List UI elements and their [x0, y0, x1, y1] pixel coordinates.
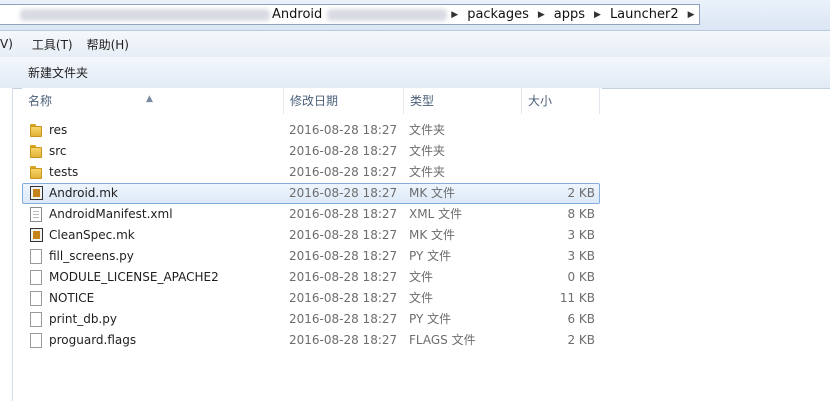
address-bar: Android ▶ packages ▶ apps ▶ Launcher2 ▶: [0, 0, 830, 31]
file-name: src: [49, 144, 67, 158]
blank-file-icon: [29, 312, 45, 328]
file-type: XML 文件: [409, 207, 463, 221]
column-headers: 名称 ▲ 修改日期 类型 大小: [22, 88, 602, 114]
file-type: PY 文件: [409, 249, 452, 263]
chevron-right-icon[interactable]: ▶: [447, 10, 462, 20]
file-type: MK 文件: [409, 186, 456, 200]
redacted-path-segment: [20, 8, 270, 21]
breadcrumb-item-launcher2[interactable]: Launcher2: [605, 7, 684, 22]
file-type: 文件夹: [409, 144, 446, 158]
menu-tools[interactable]: 工具(T): [20, 36, 80, 53]
folder-icon: [29, 144, 45, 160]
chevron-right-icon[interactable]: ▶: [534, 10, 549, 20]
file-row[interactable]: tests 2016-08-28 18:27 文件夹: [22, 162, 600, 183]
breadcrumb-item-android[interactable]: Android: [270, 7, 327, 22]
file-modified-date: 2016-08-28 18:27: [289, 123, 398, 137]
menu-bar: V) 工具(T) 帮助(H): [0, 31, 830, 57]
column-header-name-label: 名称: [28, 94, 53, 108]
file-modified-date: 2016-08-28 18:27: [289, 312, 398, 326]
file-name: AndroidManifest.xml: [49, 207, 173, 221]
file-type: MK 文件: [409, 228, 456, 242]
file-type: 文件夹: [409, 123, 446, 137]
file-type: PY 文件: [409, 312, 452, 326]
file-name: MODULE_LICENSE_APACHE2: [49, 270, 219, 284]
file-name: CleanSpec.mk: [49, 228, 135, 242]
column-header-size[interactable]: 大小: [522, 88, 600, 114]
column-header-date-label: 修改日期: [290, 94, 339, 108]
blank-file-icon: [29, 333, 45, 349]
column-header-date[interactable]: 修改日期: [284, 88, 404, 114]
column-header-type[interactable]: 类型: [404, 88, 522, 114]
chevron-right-icon[interactable]: ▶: [684, 10, 699, 20]
new-folder-button[interactable]: 新建文件夹: [22, 61, 94, 84]
file-size: 11 KB: [559, 291, 595, 305]
blank-file-icon: [29, 249, 45, 265]
navigation-pane[interactable]: [0, 88, 13, 401]
document-icon: [29, 207, 45, 223]
file-row[interactable]: MODULE_LICENSE_APACHE2 2016-08-28 18:27 文件…: [22, 267, 600, 288]
file-row[interactable]: src 2016-08-28 18:27 文件夹: [22, 141, 600, 162]
file-name: Android.mk: [49, 186, 118, 200]
file-type: FLAGS 文件: [409, 333, 476, 347]
blank-file-icon: [29, 291, 45, 307]
file-size: [523, 163, 595, 182]
file-modified-date: 2016-08-28 18:27: [289, 270, 398, 284]
file-size: 3 KB: [567, 249, 595, 263]
blank-file-icon: [29, 270, 45, 286]
file-size: [523, 142, 595, 161]
sort-ascending-icon: ▲: [146, 94, 153, 104]
column-header-size-label: 大小: [528, 94, 553, 108]
file-name: tests: [49, 165, 79, 179]
file-row[interactable]: Android.mk 2016-08-28 18:27 MK 文件 2 KB: [22, 183, 600, 204]
redacted-path-segment: [327, 8, 448, 21]
file-name: res: [49, 123, 68, 137]
file-modified-date: 2016-08-28 18:27: [289, 144, 398, 158]
file-size: 8 KB: [567, 207, 595, 221]
menu-help[interactable]: 帮助(H): [80, 36, 136, 53]
file-size: 3 KB: [567, 228, 595, 242]
chevron-right-icon[interactable]: ▶: [590, 10, 605, 20]
file-row[interactable]: AndroidManifest.xml 2016-08-28 18:27 XML 文…: [22, 204, 600, 225]
file-size: 0 KB: [567, 270, 595, 284]
file-modified-date: 2016-08-28 18:27: [289, 249, 398, 263]
file-row[interactable]: NOTICE 2016-08-28 18:27 文件 11 KB: [22, 288, 600, 309]
breadcrumb-item-apps[interactable]: apps: [549, 7, 590, 22]
file-name: fill_screens.py: [49, 249, 134, 263]
file-type: 文件: [409, 270, 434, 284]
folder-icon: [29, 165, 45, 181]
file-row[interactable]: fill_screens.py 2016-08-28 18:27 PY 文件 3 KB: [22, 246, 600, 267]
file-type: 文件: [409, 291, 434, 305]
file-modified-date: 2016-08-28 18:27: [289, 333, 398, 347]
mk-file-icon: [29, 228, 45, 244]
file-modified-date: 2016-08-28 18:27: [289, 291, 398, 305]
column-header-name[interactable]: 名称 ▲: [22, 88, 284, 114]
folder-icon: [29, 123, 45, 139]
file-name: print_db.py: [49, 312, 117, 326]
file-row[interactable]: CleanSpec.mk 2016-08-28 18:27 MK 文件 3 KB: [22, 225, 600, 246]
file-size: 6 KB: [567, 312, 595, 326]
file-row[interactable]: res 2016-08-28 18:27 文件夹: [22, 120, 600, 141]
breadcrumb-item-packages[interactable]: packages: [462, 7, 534, 22]
file-modified-date: 2016-08-28 18:27: [289, 228, 398, 242]
file-size: [523, 121, 595, 140]
file-list: res 2016-08-28 18:27 文件夹 src 2016-08-28 18:2…: [22, 120, 602, 351]
menu-view[interactable]: V): [0, 37, 20, 51]
file-modified-date: 2016-08-28 18:27: [289, 207, 398, 221]
file-modified-date: 2016-08-28 18:27: [289, 165, 398, 179]
file-name: proguard.flags: [49, 333, 137, 347]
breadcrumb[interactable]: Android ▶ packages ▶ apps ▶ Launcher2 ▶: [0, 4, 700, 25]
file-row[interactable]: print_db.py 2016-08-28 18:27 PY 文件 6 KB: [22, 309, 600, 330]
mk-file-icon: [29, 186, 45, 202]
file-row[interactable]: proguard.flags 2016-08-28 18:27 FLAGS 文件 2 …: [22, 330, 600, 351]
file-modified-date: 2016-08-28 18:27: [289, 186, 398, 200]
column-header-type-label: 类型: [410, 94, 435, 108]
file-name: NOTICE: [49, 291, 95, 305]
command-bar: 新建文件夹: [0, 57, 830, 89]
file-size: 2 KB: [567, 333, 595, 347]
file-type: 文件夹: [409, 165, 446, 179]
file-size: 2 KB: [567, 186, 595, 200]
